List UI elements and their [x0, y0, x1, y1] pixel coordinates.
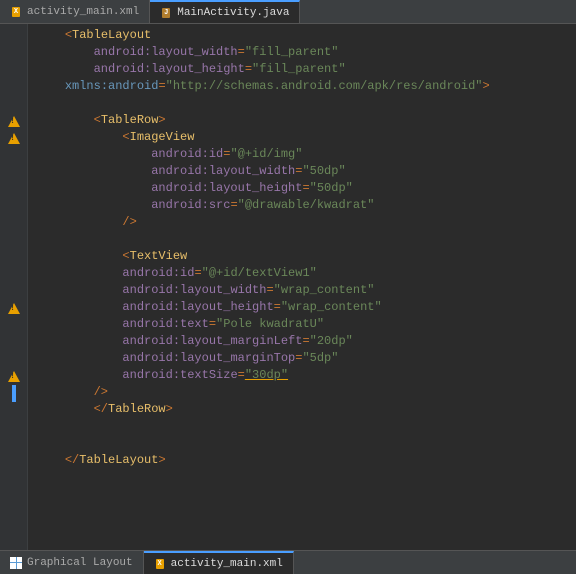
code-line: android:layout_marginLeft="20dp": [28, 334, 576, 351]
code-line: android:id="@+id/textView1": [28, 266, 576, 283]
blue-indicator: [12, 385, 16, 402]
code-line: [28, 96, 576, 113]
java-file-icon: J: [160, 7, 172, 19]
tab-label-activity-main: activity_main.xml: [27, 6, 139, 18]
code-line: <TableLayout: [28, 28, 576, 45]
code-line: [28, 232, 576, 249]
code-line: [28, 419, 576, 436]
code-line: android:src="@drawable/kwadrat": [28, 198, 576, 215]
code-line: <TextView: [28, 249, 576, 266]
gutter-line: [8, 113, 20, 130]
gutter-line: [8, 130, 20, 147]
editor-area: <TableLayout android:layout_width="fill_…: [0, 24, 576, 550]
bottom-tab-graphical-layout[interactable]: Graphical Layout: [0, 551, 144, 574]
code-line: android:text="Pole kwadratU": [28, 317, 576, 334]
code-line: android:layout_width="wrap_content": [28, 283, 576, 300]
code-line: </TableRow>: [28, 402, 576, 419]
code-line: [28, 487, 576, 504]
code-line: <TableRow>: [28, 113, 576, 130]
code-line: android:layout_height="fill_parent": [28, 62, 576, 79]
graphical-layout-icon: [10, 557, 22, 569]
tab-bar: X activity_main.xml J MainActivity.java: [0, 0, 576, 24]
code-editor[interactable]: <TableLayout android:layout_width="fill_…: [28, 24, 576, 550]
bottom-tab-label-xml: activity_main.xml: [171, 558, 283, 570]
warning-icon: [8, 116, 20, 127]
code-line: android:layout_height="wrap_content": [28, 300, 576, 317]
code-line: android:id="@+id/img": [28, 147, 576, 164]
code-line: <ImageView: [28, 130, 576, 147]
tab-label-mainactivity: MainActivity.java: [177, 7, 289, 19]
code-line: android:layout_height="50dp": [28, 181, 576, 198]
warning-icon: [8, 371, 20, 382]
xml-icon-bottom: X: [154, 558, 166, 570]
gutter-line: [8, 300, 20, 317]
editor-gutter: [0, 24, 28, 550]
xml-file-icon: X: [10, 6, 22, 18]
warning-icon: [8, 303, 20, 314]
tab-mainactivity-java[interactable]: J MainActivity.java: [150, 0, 300, 23]
warning-icon: [8, 133, 20, 144]
code-line: android:layout_width="50dp": [28, 164, 576, 181]
bottom-tab-label-graphical: Graphical Layout: [27, 557, 133, 569]
code-line: </TableLayout>: [28, 453, 576, 470]
code-line: xmlns:android="http://schemas.android.co…: [28, 79, 576, 96]
code-line: />: [28, 215, 576, 232]
code-line: android:layout_marginTop="5dp": [28, 351, 576, 368]
code-line: [28, 436, 576, 453]
gutter-line: [12, 385, 16, 402]
code-line: android:textSize="30dp": [28, 368, 576, 385]
code-line: [28, 470, 576, 487]
code-line: />: [28, 385, 576, 402]
bottom-tab-bar: Graphical Layout X activity_main.xml: [0, 550, 576, 574]
bottom-tab-xml[interactable]: X activity_main.xml: [144, 551, 294, 574]
code-line: android:layout_width="fill_parent": [28, 45, 576, 62]
gutter-line: [8, 368, 20, 385]
tab-activity-main-xml[interactable]: X activity_main.xml: [0, 0, 150, 23]
